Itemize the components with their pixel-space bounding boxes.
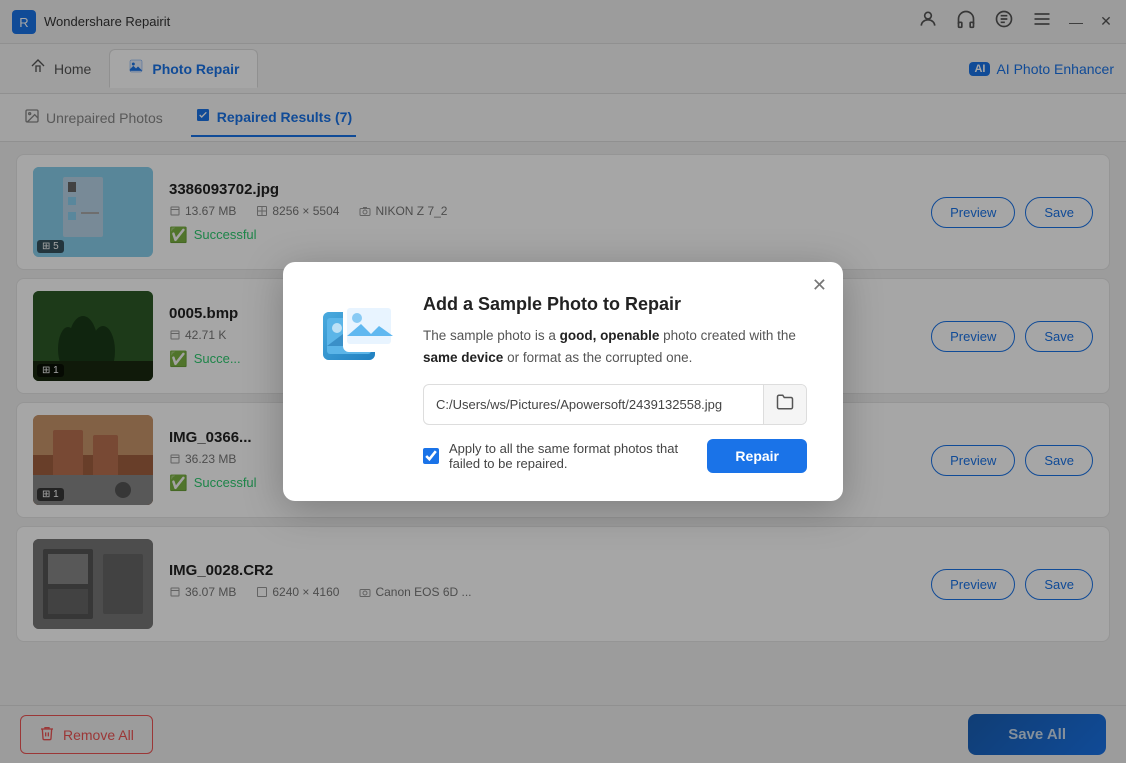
modal-body: Add a Sample Photo to Repair The sample … bbox=[319, 294, 807, 473]
modal-icon bbox=[319, 294, 399, 374]
modal-checkbox[interactable] bbox=[423, 448, 439, 464]
modal-description: The sample photo is a good, openable pho… bbox=[423, 325, 807, 368]
modal-overlay: ✕ bbox=[0, 0, 1126, 763]
modal-checkbox-row: Apply to all the same format photos that… bbox=[423, 439, 807, 473]
modal-text-section: Add a Sample Photo to Repair The sample … bbox=[423, 294, 807, 473]
modal-desc-part3: or format as the corrupted one. bbox=[503, 350, 692, 365]
modal-title: Add a Sample Photo to Repair bbox=[423, 294, 807, 315]
sample-photo-icon bbox=[319, 294, 399, 374]
modal-desc-part1: The sample photo is a bbox=[423, 328, 560, 343]
modal-desc-part2: photo created with the bbox=[659, 328, 796, 343]
modal-dialog: ✕ bbox=[283, 262, 843, 501]
modal-browse-button[interactable] bbox=[763, 385, 806, 424]
modal-file-row bbox=[423, 384, 807, 425]
modal-desc-bold2: same device bbox=[423, 350, 503, 365]
modal-repair-button[interactable]: Repair bbox=[707, 439, 807, 473]
modal-desc-bold1: good, openable bbox=[560, 328, 660, 343]
modal-close-button[interactable]: ✕ bbox=[812, 276, 827, 294]
modal-file-input[interactable] bbox=[424, 389, 763, 420]
modal-checkbox-label: Apply to all the same format photos that… bbox=[449, 441, 697, 471]
